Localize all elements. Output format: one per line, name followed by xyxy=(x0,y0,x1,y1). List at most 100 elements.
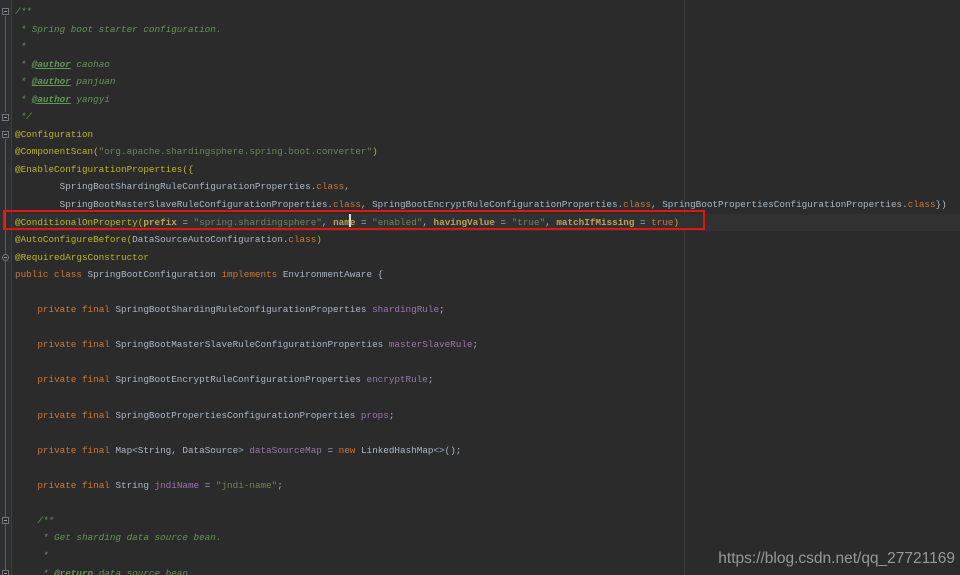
code-token: SpringBootEncryptRuleConfigurationProper… xyxy=(115,374,367,386)
code-token: * Get sharding data source bean. xyxy=(15,532,222,544)
code-token: yangyi xyxy=(70,93,110,105)
code-line[interactable] xyxy=(15,494,960,512)
code-line[interactable] xyxy=(15,354,960,372)
code-line[interactable]: * @author caohao xyxy=(15,56,960,74)
code-line[interactable]: * @author yangyi xyxy=(15,91,960,109)
code-token: String xyxy=(115,479,155,491)
code-line[interactable] xyxy=(15,389,960,407)
code-line[interactable]: private final Map<String, DataSource> da… xyxy=(15,442,960,460)
code-token: props xyxy=(360,409,389,421)
code-token: dataSourceMap xyxy=(249,444,322,456)
code-token: class xyxy=(316,181,345,193)
code-token: @RequiredArgsConstructor xyxy=(15,251,149,263)
code-token: class xyxy=(907,199,936,211)
code-token: private final xyxy=(37,479,116,491)
code-line[interactable] xyxy=(15,319,960,337)
code-token: @return xyxy=(54,567,94,575)
code-line[interactable]: public class SpringBootConfiguration imp… xyxy=(15,266,960,284)
code-token: @author xyxy=(31,93,71,105)
code-line[interactable]: private final SpringBootEncryptRuleConfi… xyxy=(15,371,960,389)
code-token: ) xyxy=(316,234,322,246)
code-token: @Configuration xyxy=(15,128,94,140)
code-token: public class xyxy=(15,269,88,281)
code-token: @AutoConfigureBefore( xyxy=(15,234,133,246)
code-token: ; xyxy=(472,339,479,351)
code-token: class xyxy=(623,199,652,211)
code-line[interactable] xyxy=(15,284,960,302)
code-line[interactable]: @AutoConfigureBefore(DataSourceAutoConfi… xyxy=(15,231,960,249)
code-token: private final xyxy=(37,374,116,386)
code-token: , xyxy=(344,181,350,193)
fold-range-line xyxy=(5,16,6,112)
code-token: ; xyxy=(388,409,395,421)
code-token: @author xyxy=(31,58,71,70)
code-token: class xyxy=(333,199,361,211)
code-token: new xyxy=(338,444,361,456)
code-token: * xyxy=(15,93,32,105)
code-area[interactable]: /** * Spring boot starter configuration.… xyxy=(11,0,960,575)
code-token: caohao xyxy=(70,58,110,70)
code-token: "jndi-name" xyxy=(215,479,278,491)
fold-marker-box[interactable] xyxy=(2,113,9,121)
code-token: }) xyxy=(935,199,947,211)
code-token: * xyxy=(15,41,27,53)
code-token: class xyxy=(288,234,317,246)
code-token: jndiName xyxy=(154,479,200,491)
code-token: SpringBootMasterSlaveRuleConfigurationPr… xyxy=(15,199,334,211)
code-token: * xyxy=(15,567,55,575)
code-token: * xyxy=(15,76,32,88)
code-line[interactable]: * Get sharding data source bean. xyxy=(15,529,960,547)
code-line[interactable]: */ xyxy=(15,108,960,126)
code-token: private final xyxy=(37,444,116,456)
code-token: private final xyxy=(37,339,116,351)
code-token: ; xyxy=(439,304,445,316)
code-token: /** xyxy=(15,514,55,526)
code-line[interactable]: private final String jndiName = "jndi-na… xyxy=(15,477,960,495)
code-line[interactable]: /** xyxy=(15,3,960,21)
ide-code-editor: /** * Spring boot starter configuration.… xyxy=(0,0,960,575)
code-line[interactable]: SpringBootShardingRuleConfigurationPrope… xyxy=(15,178,960,196)
code-token: encryptRule xyxy=(366,374,428,386)
code-token: @EnableConfigurationProperties({ xyxy=(15,163,194,175)
code-line[interactable]: /** xyxy=(15,512,960,530)
code-line[interactable] xyxy=(15,424,960,442)
code-token: /** xyxy=(15,6,32,17)
code-token: masterSlaveRule xyxy=(388,339,473,351)
code-line[interactable]: * Spring boot starter configuration. xyxy=(15,21,960,39)
code-line[interactable]: private final SpringBootPropertiesConfig… xyxy=(15,407,960,425)
fold-marker-box[interactable] xyxy=(2,517,9,525)
code-line[interactable]: @RequiredArgsConstructor xyxy=(15,249,960,267)
code-line[interactable]: @ComponentScan("org.apache.shardingspher… xyxy=(15,143,960,161)
fold-marker-box[interactable] xyxy=(2,569,9,575)
editor-fold-gutter[interactable] xyxy=(0,0,12,575)
code-token: private final xyxy=(37,304,116,316)
code-token: SpringBootShardingRuleConfigurationPrope… xyxy=(15,181,317,193)
code-token: ; xyxy=(277,479,283,491)
code-token: panjuan xyxy=(70,76,116,88)
code-token: , SpringBootPropertiesConfigurationPrope… xyxy=(651,199,908,211)
fold-range-line xyxy=(5,139,6,575)
code-token: Map<String, DataSource> xyxy=(115,444,250,456)
code-line[interactable]: @EnableConfigurationProperties({ xyxy=(15,161,960,179)
fold-marker-box[interactable] xyxy=(2,131,9,139)
code-token: SpringBootPropertiesConfigurationPropert… xyxy=(115,409,361,421)
code-token: , SpringBootEncryptRuleConfigurationProp… xyxy=(360,199,624,211)
code-token: * xyxy=(15,549,49,561)
code-line[interactable]: * @author panjuan xyxy=(15,73,960,91)
code-line[interactable]: @Configuration xyxy=(15,126,960,144)
fold-marker-circle[interactable] xyxy=(2,253,9,261)
code-line[interactable]: private final SpringBootMasterSlaveRuleC… xyxy=(15,336,960,354)
fold-marker-box[interactable] xyxy=(2,8,9,16)
code-token: LinkedHashMap<>(); xyxy=(360,444,462,456)
code-line[interactable]: private final SpringBootShardingRuleConf… xyxy=(15,301,960,319)
code-token: @author xyxy=(31,76,71,88)
code-line[interactable] xyxy=(15,459,960,477)
code-token: DataSourceAutoConfiguration. xyxy=(132,234,289,246)
code-line[interactable]: * xyxy=(15,38,960,56)
code-token: ; xyxy=(427,374,434,386)
